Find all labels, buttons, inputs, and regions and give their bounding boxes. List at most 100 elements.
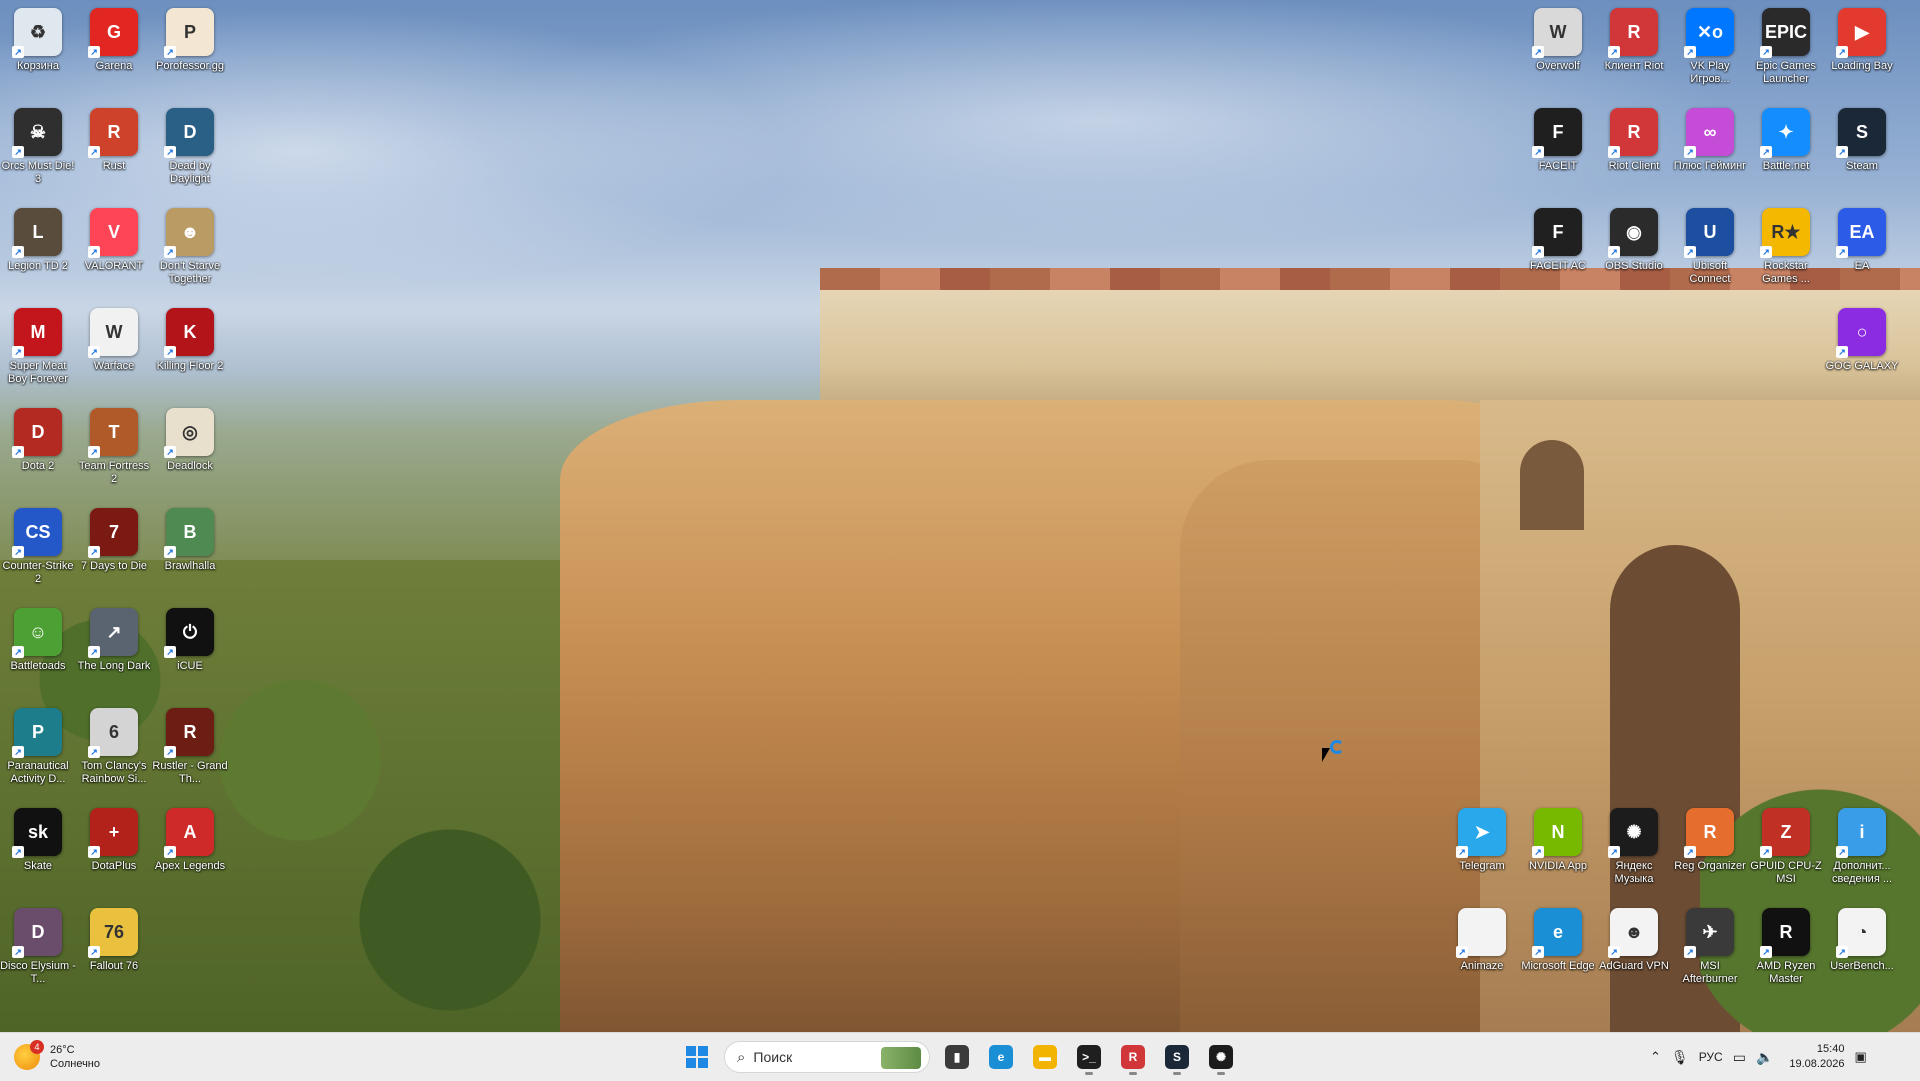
start-button[interactable] xyxy=(678,1038,716,1076)
desktop-icon-plus-gaming[interactable]: ∞ ↗ Плюс Гейминг xyxy=(1672,100,1748,198)
taskbar-search[interactable]: ⌕ Поиск xyxy=(724,1041,930,1073)
icon-glyph: ✈ xyxy=(1702,921,1718,942)
desktop-icon-faceit-ac[interactable]: F ↗ FACEIT AC xyxy=(1520,200,1596,298)
desktop-icon-garena[interactable]: G ↗ Garena xyxy=(76,0,152,98)
clock[interactable]: 15:40 19.08.2026 xyxy=(1789,1042,1844,1072)
taskbar-app-glyph: >_ xyxy=(1082,1050,1096,1064)
desktop-icon-ea[interactable]: EA ↗ EA xyxy=(1824,200,1900,298)
icon-glyph: ✕o xyxy=(1696,21,1724,42)
desktop-icon-skate[interactable]: sk ↗ Skate xyxy=(0,800,76,898)
desktop-icon-team-fortress[interactable]: T ↗ Team Fortress 2 xyxy=(76,400,152,498)
desktop-icon-counter-strike[interactable]: CS ↗ Counter-Strike 2 xyxy=(0,500,76,598)
taskbar-app-steam[interactable]: S xyxy=(1158,1038,1196,1076)
desktop-icon-msi-afterburner[interactable]: ✈ ↗ MSI Afterburner xyxy=(1672,900,1748,998)
desktop-icon-label: Плюс Гейминг xyxy=(1673,160,1747,172)
desktop-icon-rustler[interactable]: R ↗ Rustler - Grand Th... xyxy=(152,700,228,798)
desktop-icon-dotaplus[interactable]: + ↗ DotaPlus xyxy=(76,800,152,898)
shortcut-arrow-icon: ↗ xyxy=(12,646,24,658)
microphone-icon[interactable]: 🎙 xyxy=(1671,1049,1689,1066)
desktop-icon-gog-galaxy[interactable]: ○ ↗ GOG GALAXY xyxy=(1824,300,1900,398)
desktop-icon-ryzen-master[interactable]: R ↗ AMD Ryzen Master xyxy=(1748,900,1824,998)
desktop-icon-recycle-bin[interactable]: ♻ ↗ Корзина xyxy=(0,0,76,98)
desktop-icon-legion-td[interactable]: L ↗ Legion TD 2 xyxy=(0,200,76,298)
icon-glyph: A xyxy=(183,821,197,842)
desktop-icon-label: Rockstar Games ... xyxy=(1762,260,1810,285)
desktop-icon-nvidia[interactable]: N ↗ NVIDIA App xyxy=(1520,800,1596,898)
desktop-icon-riot-client[interactable]: R ↗ Клиент Riot xyxy=(1596,0,1672,98)
desktop-icon-ubisoft[interactable]: U ↗ Ubisoft Connect xyxy=(1672,200,1748,298)
brawlhalla-icon: B ↗ xyxy=(164,508,214,558)
icon-glyph: ☻ xyxy=(180,221,200,242)
shortcut-arrow-icon: ↗ xyxy=(12,146,24,158)
desktop-icon-yandex-music[interactable]: ✺ ↗ Яндекс Музыка xyxy=(1596,800,1672,898)
desktop-icon-rainbow-six[interactable]: 6 ↗ Tom Clancy's Rainbow Si... xyxy=(76,700,152,798)
taskbar-app-riot[interactable]: R xyxy=(1114,1038,1152,1076)
desktop-icon-valorant[interactable]: V ↗ VALORANT xyxy=(76,200,152,298)
shortcut-arrow-icon: ↗ xyxy=(88,646,100,658)
volume-icon[interactable]: 🔈 xyxy=(1756,1049,1773,1066)
desktop-icon-fallout[interactable]: 76 ↗ Fallout 76 xyxy=(76,900,152,998)
desktop-icon-brawlhalla[interactable]: B ↗ Brawlhalla xyxy=(152,500,228,598)
desktop-icon-apex[interactable]: A ↗ Apex Legends xyxy=(152,800,228,898)
riot-client-icon: R ↗ xyxy=(1608,8,1658,58)
desktop-icon-obs-studio[interactable]: ◉ ↗ OBS Studio xyxy=(1596,200,1672,298)
chevron-up-icon[interactable]: ⌃ xyxy=(1650,1049,1661,1065)
desktop-icon-seven-days[interactable]: 7 ↗ 7 Days to Die xyxy=(76,500,152,598)
desktop-icon-faceit[interactable]: F ↗ FACEIT xyxy=(1520,100,1596,198)
desktop-icon-icue[interactable]: ⏻ ↗ iCUE xyxy=(152,600,228,698)
taskbar-app-glyph: ▬ xyxy=(1039,1050,1051,1064)
desktop-icon-paranautical[interactable]: P ↗ Paranautical Activity D... xyxy=(0,700,76,798)
desktop-icon-animaze[interactable]: ↗ Animaze xyxy=(1444,900,1520,998)
desktop-icon-porofessor[interactable]: P ↗ Porofessor.gg xyxy=(152,0,228,98)
desktop-icon-telegram[interactable]: ➤ ↗ Telegram xyxy=(1444,800,1520,898)
desktop-icon-rust[interactable]: R ↗ Rust xyxy=(76,100,152,198)
desktop-icon-super-meat-boy[interactable]: M ↗ Super Meat Boy Forever xyxy=(0,300,76,398)
desktop-icon-edge[interactable]: e ↗ Microsoft Edge xyxy=(1520,900,1596,998)
desktop-icon-dead-by-daylight[interactable]: D ↗ Dead by Daylight xyxy=(152,100,228,198)
desktop-icon-disco-elysium[interactable]: D ↗ Disco Elysium - T... xyxy=(0,900,76,998)
desktop-icon-killing-floor[interactable]: K ↗ Killing Floor 2 xyxy=(152,300,228,398)
taskbar-app-yandex-music[interactable]: ✺ xyxy=(1202,1038,1240,1076)
shortcut-arrow-icon: ↗ xyxy=(1836,46,1848,58)
shortcut-arrow-icon: ↗ xyxy=(164,546,176,558)
desktop-icon-orcs-must-die[interactable]: ☠ ↗ Orcs Must Die! 3 xyxy=(0,100,76,198)
super-meat-boy-icon: M ↗ xyxy=(12,308,62,358)
desktop-icon-adguard[interactable]: ☻ ↗ AdGuard VPN xyxy=(1596,900,1672,998)
sun-icon: 4 xyxy=(14,1040,44,1070)
desktop-icon-steam[interactable]: S ↗ Steam xyxy=(1824,100,1900,198)
desktop-icon-riot-client-2[interactable]: R ↗ Riot Client xyxy=(1596,100,1672,198)
desktop-icon-epic-games[interactable]: EPIC ↗ Epic Games Launcher xyxy=(1748,0,1824,98)
desktop-icon-deadlock[interactable]: ◎ ↗ Deadlock xyxy=(152,400,228,498)
icon-glyph: D xyxy=(183,121,197,142)
desktop-icon-label: Ubisoft Connect xyxy=(1689,260,1731,285)
desktop-icon-warface[interactable]: W ↗ Warface xyxy=(76,300,152,398)
icon-glyph: CS xyxy=(25,521,51,542)
weather-widget[interactable]: 4 26°C Солнечно xyxy=(14,1039,100,1075)
taskbar-app-terminal[interactable]: >_ xyxy=(1070,1038,1108,1076)
taskbar-app-file-explorer[interactable]: ▮ xyxy=(938,1038,976,1076)
desktop-icon-overwolf[interactable]: W ↗ Overwolf xyxy=(1520,0,1596,98)
icon-glyph: R xyxy=(1627,121,1641,142)
desktop-icon-cpuz[interactable]: Z ↗ GPUID CPU-Z MSI xyxy=(1748,800,1824,898)
desktop-icon-dont-starve[interactable]: ☻ ↗ Don't Starve Together xyxy=(152,200,228,298)
desktop-icon-vk-play[interactable]: ✕o ↗ VK Play Игров... xyxy=(1672,0,1748,98)
desktop-icon-battletoads[interactable]: ☺ ↗ Battletoads xyxy=(0,600,76,698)
taskbar-app-folder[interactable]: ▬ xyxy=(1026,1038,1064,1076)
desktop-icon-loading-bay[interactable]: ▶ ↗ Loading Bay xyxy=(1824,0,1900,98)
desktop-icon-reg-organizer[interactable]: R ↗ Reg Organizer xyxy=(1672,800,1748,898)
desktop-icon-label: Warface xyxy=(93,360,135,372)
desktop-icon-dota[interactable]: D ↗ Dota 2 xyxy=(0,400,76,498)
input-language[interactable]: РУС xyxy=(1699,1050,1723,1064)
file-explorer-tb-icon: ▮ xyxy=(945,1045,969,1069)
dotaplus-icon: + ↗ xyxy=(88,808,138,858)
plus-gaming-icon: ∞ ↗ xyxy=(1684,108,1734,158)
desktop-icon-userbenchmark[interactable]: ◔ ↗ UserBench... xyxy=(1824,900,1900,998)
desktop-icon-battlenet[interactable]: ✦ ↗ Battle.net xyxy=(1748,100,1824,198)
desktop-icon-rockstar[interactable]: R★ ↗ Rockstar Games ... xyxy=(1748,200,1824,298)
notifications-icon[interactable]: ▣ xyxy=(1854,1049,1866,1065)
taskbar-app-edge[interactable]: e xyxy=(982,1038,1020,1076)
network-icon[interactable]: ▭ xyxy=(1733,1049,1746,1066)
desktop-icon-the-long-dark[interactable]: ↗ ↗ The Long Dark xyxy=(76,600,152,698)
desktop-icon-label: Telegram xyxy=(1459,860,1505,872)
desktop-icon-additional-info[interactable]: i ↗ Дополнит... сведения ... xyxy=(1824,800,1900,898)
